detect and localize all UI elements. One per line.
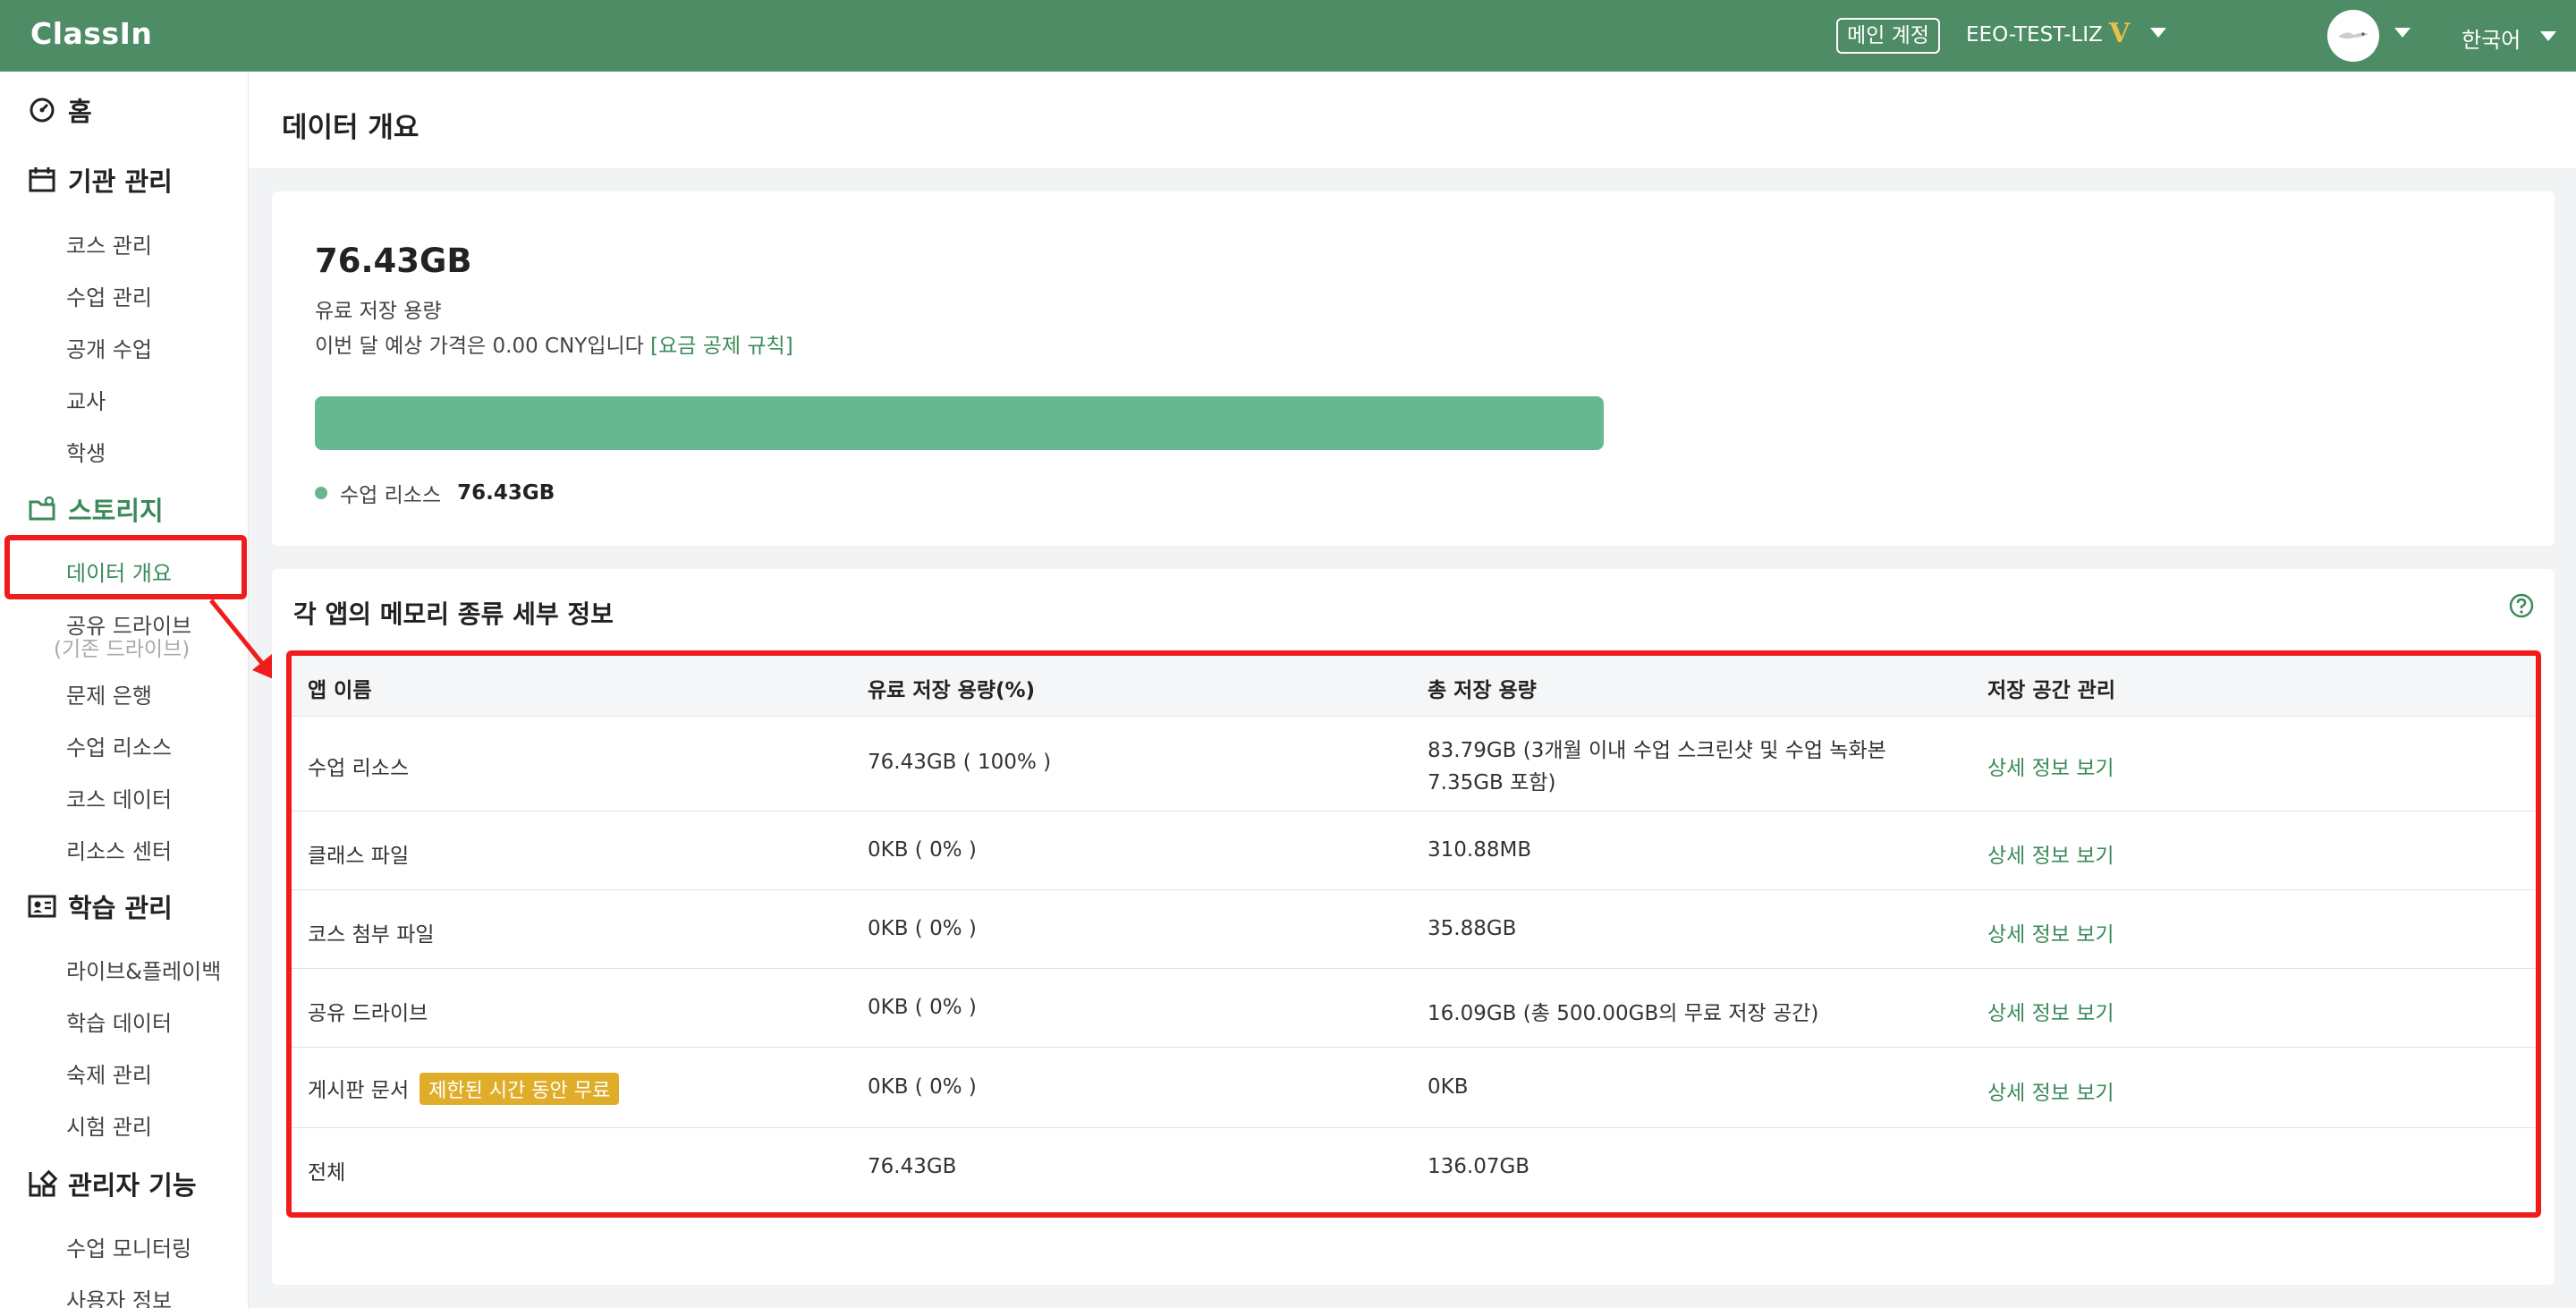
paid-storage-label: 유료 저장 용량 (315, 300, 442, 323)
legend-dot-icon (315, 487, 327, 499)
sidebar-item-class-resources[interactable]: 수업 리소스 (66, 730, 172, 761)
storage-usage-bar (315, 396, 1604, 450)
page-title: 데이터 개요 (282, 112, 419, 144)
sidebar-item-open-class[interactable]: 공개 수업 (66, 332, 152, 363)
sidebar-group-admin[interactable]: 관리자 기능 (27, 1165, 197, 1202)
sidebar-item-course-data[interactable]: 코스 데이터 (66, 782, 172, 813)
sidebar-item-student[interactable]: 학생 (66, 436, 106, 467)
table-highlight-outline (286, 650, 2541, 1218)
account-name[interactable]: EEO-TEST-LIZ (1966, 23, 2103, 47)
vip-badge-icon: V (2109, 18, 2131, 49)
sidebar-item-class[interactable]: 수업 관리 (66, 280, 152, 311)
sidebar-item-resource-center[interactable]: 리소스 센터 (66, 834, 172, 865)
sidebar-item-homework[interactable]: 숙제 관리 (66, 1057, 152, 1089)
page-title-bar (249, 72, 2576, 168)
price-estimate: 이번 달 예상 가격은 0.00 CNY입니다 [요금 공제 규칙] (315, 328, 793, 359)
account-chevron-down-icon[interactable] (2150, 28, 2166, 38)
paid-storage-total: 76.43GB (315, 242, 472, 280)
storage-legend: 수업 리소스 76.43GB (315, 478, 555, 508)
sidebar-item-learning-data[interactable]: 학습 데이터 (66, 1006, 172, 1037)
bird-avatar-icon (2338, 32, 2368, 39)
classin-logo[interactable]: ClassIn (30, 16, 152, 51)
sidebar-group-storage-label: 스토리지 (68, 496, 164, 526)
sidebar-group-learning[interactable]: 학습 관리 (27, 888, 173, 925)
section-title: 각 앱의 메모리 종류 세부 정보 (293, 599, 614, 629)
sidebar-item-question-bank[interactable]: 문제 은행 (66, 678, 152, 709)
sidebar-item-user-info[interactable]: 사용자 정보 (66, 1283, 172, 1308)
sidebar-selection-highlight (4, 535, 247, 599)
sidebar-group-admin-label: 관리자 기능 (68, 1170, 197, 1201)
sidebar-item-live-playback[interactable]: 라이브&플레이백 (66, 954, 221, 985)
learning-board-icon (28, 895, 56, 918)
admin-tools-icon (29, 1169, 57, 1197)
language-chevron-down-icon[interactable] (2540, 31, 2556, 41)
billing-rules-link[interactable]: [요금 공제 규칙] (650, 335, 793, 358)
sidebar-item-class-monitoring[interactable]: 수업 모니터링 (66, 1231, 191, 1262)
calendar-icon (29, 167, 55, 192)
main-account-badge: 메인 계정 (1836, 18, 1940, 54)
sidebar-item-teacher[interactable]: 교사 (66, 384, 106, 415)
avatar-chevron-down-icon[interactable] (2394, 28, 2411, 38)
language-selector[interactable]: 한국어 (2462, 22, 2521, 54)
sidebar-item-exam[interactable]: 시험 관리 (66, 1109, 152, 1141)
avatar[interactable] (2327, 10, 2379, 62)
sidebar-group-org[interactable]: 기관 관리 (27, 161, 173, 199)
sidebar-group-storage[interactable]: 스토리지 (27, 490, 164, 528)
sidebar-group-learning-label: 학습 관리 (68, 893, 173, 923)
help-circle-icon[interactable] (2508, 592, 2535, 619)
storage-folder-icon (29, 496, 55, 521)
price-estimate-text: 이번 달 예상 가격은 0.00 CNY입니다 (315, 335, 644, 358)
legend-value: 76.43GB (457, 481, 555, 505)
sidebar-home-label: 홈 (68, 97, 92, 127)
legend-label: 수업 리소스 (340, 484, 442, 507)
sidebar-item-course[interactable]: 코스 관리 (66, 228, 152, 259)
sidebar-home[interactable]: 홈 (27, 91, 92, 129)
storage-summary-card (272, 191, 2555, 546)
shared-drive-subtitle: (기존 드라이브) (54, 638, 191, 661)
home-dashboard-icon (30, 98, 55, 123)
sidebar-group-org-label: 기관 관리 (68, 166, 173, 197)
top-bar: ClassIn 메인 계정 EEO-TEST-LIZ V 한국어 (0, 0, 2576, 72)
